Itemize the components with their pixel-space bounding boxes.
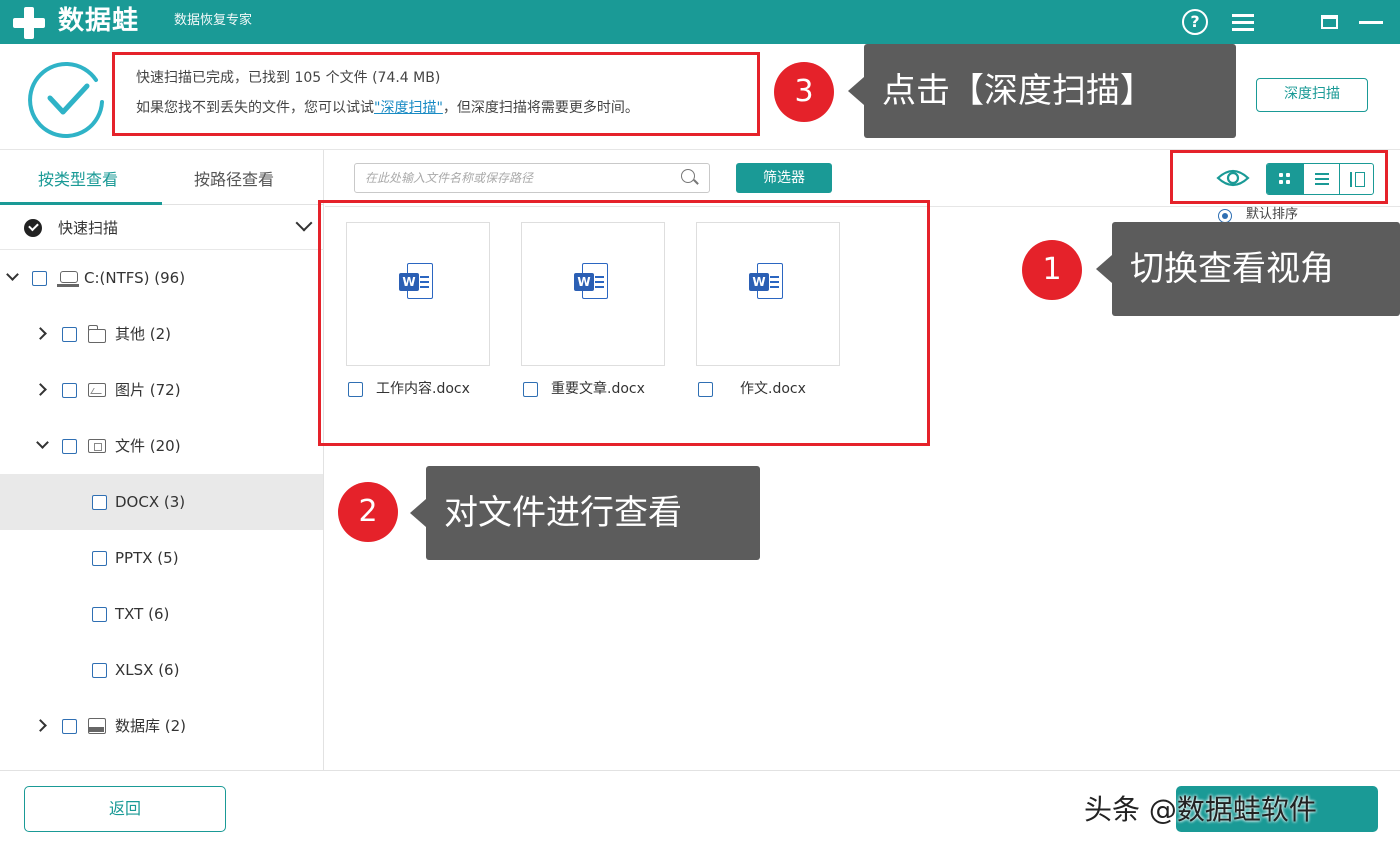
tree-checkbox[interactable] [32, 271, 47, 286]
tab-view-by-path[interactable]: 按路径查看 [194, 168, 274, 192]
tree-item-label: C:(NTFS) (96) [84, 269, 186, 287]
sort-radio[interactable] [1218, 209, 1232, 223]
tree-checkbox[interactable] [92, 663, 107, 678]
annotation-box-files [318, 200, 930, 446]
tab-view-by-type[interactable]: 按类型查看 [38, 168, 118, 192]
watermark: 头条 @数据蛙软件 [1084, 793, 1317, 826]
chevron-right-icon[interactable] [34, 383, 47, 396]
minimize-icon[interactable] [1356, 7, 1386, 37]
help-glyph: ? [1182, 9, 1208, 35]
annotation-badge-3: 3 [774, 62, 834, 122]
tree-item-documents[interactable]: 文件 (20) [0, 418, 323, 474]
tree-item-c-drive[interactable]: C:(NTFS) (96) [0, 250, 323, 306]
quick-scan-header[interactable]: 快速扫描 [0, 206, 324, 250]
tree-item-label: TXT (6) [115, 605, 170, 623]
database-icon [88, 718, 106, 734]
tree-checkbox[interactable] [62, 327, 77, 342]
footer-divider [0, 770, 1400, 771]
tree-checkbox[interactable] [62, 719, 77, 734]
annotation-badge-1: 1 [1022, 240, 1082, 300]
tree-item-txt[interactable]: TXT (6) [0, 586, 323, 642]
chevron-down-icon[interactable] [36, 436, 49, 449]
active-tab-underline [0, 202, 162, 205]
disk-icon [57, 271, 79, 287]
folder-icon [87, 325, 106, 343]
tree-item-other[interactable]: 其他 (2) [0, 306, 323, 362]
maximize-icon[interactable] [1314, 7, 1344, 37]
annotation-badge-2: 2 [338, 482, 398, 542]
tree-item-label: PPTX (5) [115, 549, 179, 567]
chevron-down-icon[interactable] [6, 268, 19, 281]
tree-checkbox[interactable] [92, 551, 107, 566]
tree-item-docx[interactable]: DOCX (3) [0, 474, 323, 530]
annotation-box-view-switcher [1170, 150, 1388, 204]
tree-checkbox[interactable] [92, 607, 107, 622]
tree-item-xlsx[interactable]: XLSX (6) [0, 642, 323, 698]
tree-checkbox[interactable] [92, 495, 107, 510]
filter-button[interactable]: 筛选器 [736, 163, 832, 193]
menu-icon[interactable] [1228, 7, 1258, 37]
annotation-callout-2: 对文件进行查看 [410, 466, 760, 560]
annotation-callout-3: 点击【深度扫描】 [848, 44, 1236, 138]
document-icon [88, 439, 106, 453]
tree-checkbox[interactable] [62, 439, 77, 454]
chevron-right-icon[interactable] [34, 327, 47, 340]
tree-item-label: 其他 (2) [115, 325, 172, 343]
tree-item-database[interactable]: 数据库 (2) [0, 698, 323, 754]
search-box[interactable] [354, 163, 710, 193]
sidebar: 按类型查看 按路径查看 快速扫描 C:(NTFS) (96) 其他 (2) 图片… [0, 150, 324, 770]
back-button[interactable]: 返回 [24, 786, 226, 832]
tree-item-images[interactable]: 图片 (72) [0, 362, 323, 418]
chevron-down-icon[interactable] [295, 214, 313, 232]
tree-item-label: 数据库 (2) [115, 717, 187, 735]
search-icon[interactable] [681, 169, 695, 183]
help-icon[interactable]: ? [1180, 7, 1210, 37]
app-logo-icon [12, 6, 46, 40]
image-icon [88, 383, 106, 397]
tree-item-pptx[interactable]: PPTX (5) [0, 530, 323, 586]
title-bar: 数据蛙 数据恢复专家 ? [0, 0, 1400, 44]
annotation-box-status [112, 52, 760, 136]
tree-item-label: 文件 (20) [115, 437, 181, 455]
tree-checkbox[interactable] [62, 383, 77, 398]
deep-scan-button[interactable]: 深度扫描 [1256, 78, 1368, 112]
search-input[interactable] [365, 168, 665, 188]
annotation-callout-1: 切换查看视角 [1096, 222, 1400, 316]
check-circle-icon [24, 219, 42, 237]
chevron-right-icon[interactable] [34, 719, 47, 732]
tree-item-label: XLSX (6) [115, 661, 180, 679]
app-name: 数据蛙 [58, 6, 140, 36]
quick-scan-label: 快速扫描 [58, 219, 119, 237]
app-subtitle: 数据恢复专家 [174, 13, 253, 28]
scan-complete-check-icon [28, 61, 104, 138]
tree-item-label: DOCX (3) [115, 493, 186, 511]
tree-item-label: 图片 (72) [115, 381, 181, 399]
